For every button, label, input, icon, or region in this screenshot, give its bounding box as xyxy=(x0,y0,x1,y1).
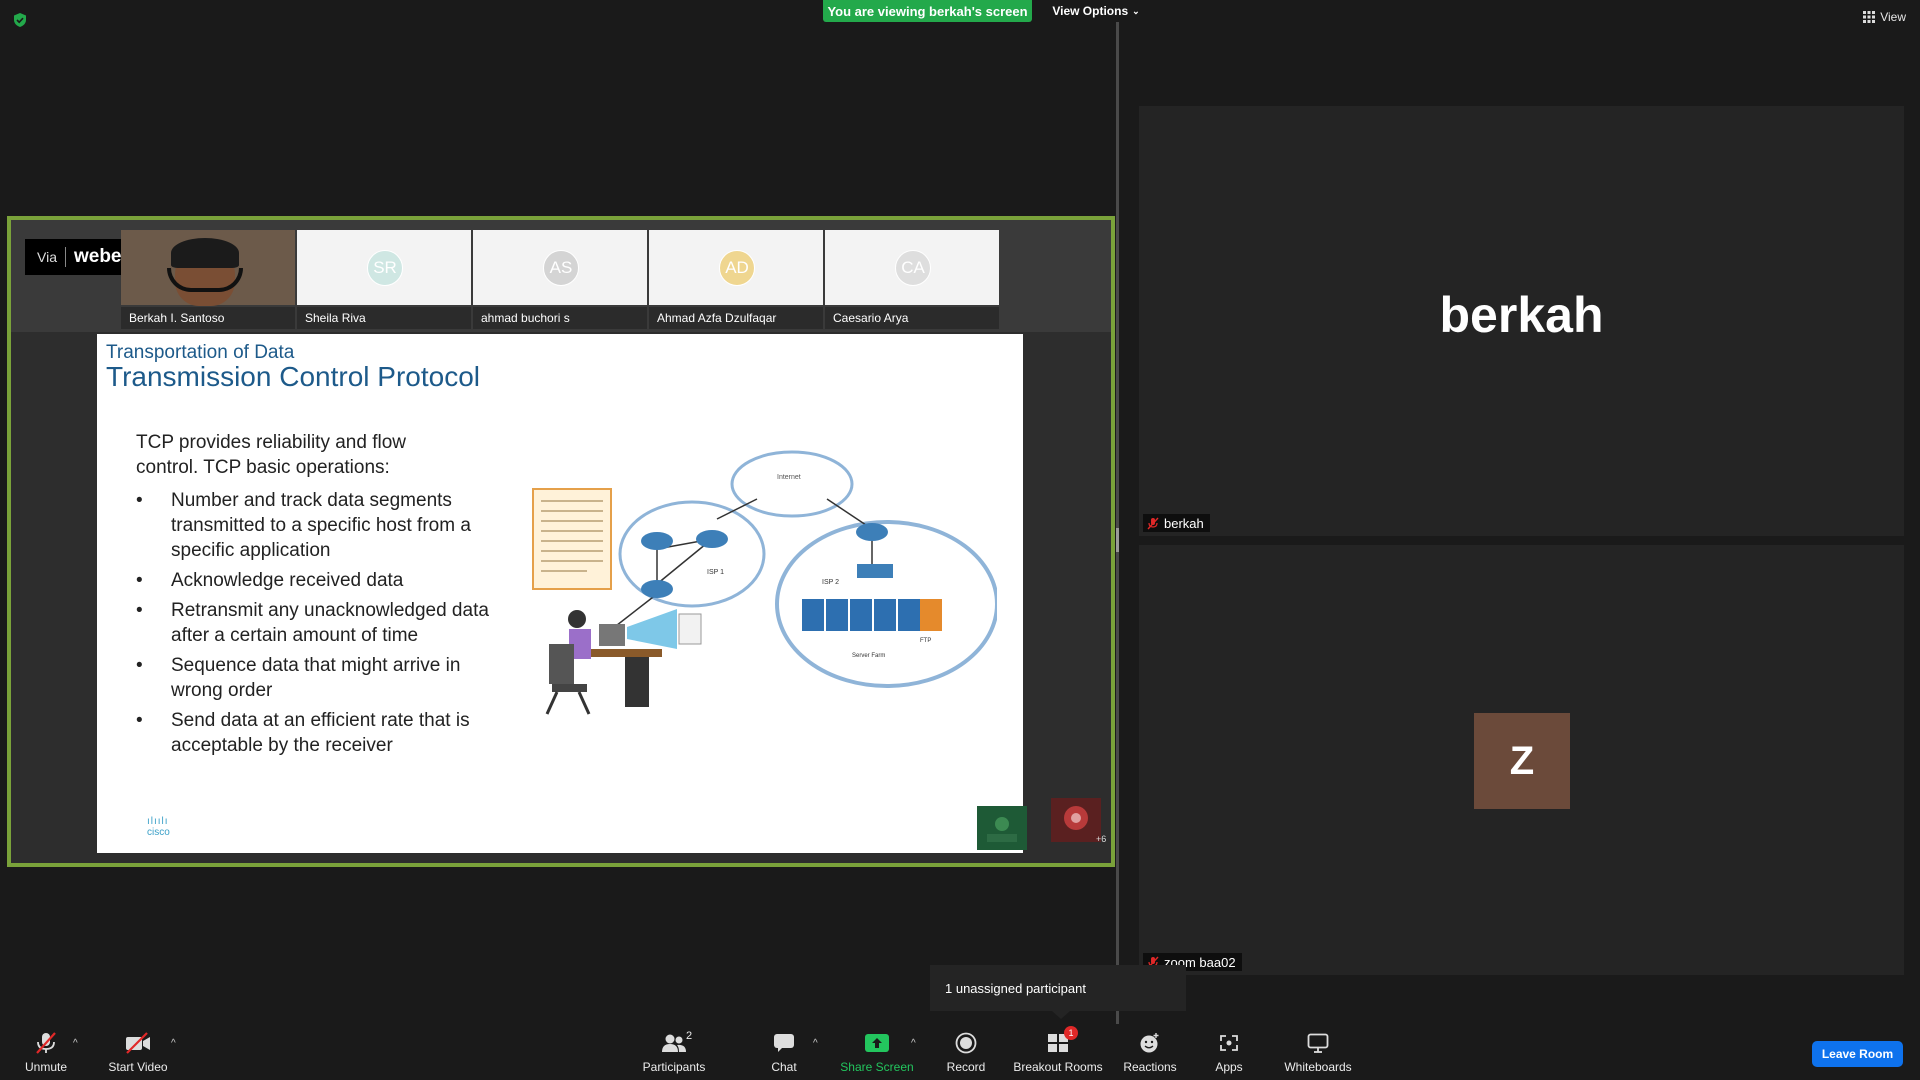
server-icon xyxy=(802,599,920,631)
whiteboards-button[interactable]: Whiteboards xyxy=(1280,1030,1356,1078)
grid-icon xyxy=(1863,11,1876,23)
whiteboards-label: Whiteboards xyxy=(1284,1060,1352,1074)
slide-title: Transmission Control Protocol xyxy=(106,361,480,392)
apps-button[interactable]: Apps xyxy=(1206,1030,1252,1078)
list-item: Retransmit any unacknowledged data after… xyxy=(136,598,496,648)
whiteboard-icon xyxy=(1307,1033,1329,1053)
webex-participant-strip: Via webex Berkah I. Santoso SR Sheila Ri… xyxy=(11,220,1111,332)
share-screen-icon xyxy=(865,1034,889,1052)
start-video-label: Start Video xyxy=(108,1060,168,1074)
participants-button[interactable]: 2 Participants xyxy=(640,1030,708,1078)
switch-icon xyxy=(857,564,893,578)
chevron-down-icon: ⌄ xyxy=(1132,5,1140,16)
list-item: Sequence data that might arrive in wrong… xyxy=(136,653,496,703)
reactions-label: Reactions xyxy=(1123,1060,1177,1074)
avatar: Z xyxy=(1474,713,1570,809)
breakout-rooms-tooltip: 1 unassigned participant xyxy=(930,965,1186,1011)
mic-off-icon xyxy=(1147,517,1159,529)
record-icon xyxy=(955,1032,977,1054)
chat-button[interactable]: Chat xyxy=(762,1030,806,1078)
participants-label: Participants xyxy=(642,1060,706,1074)
more-participants-count: +6 xyxy=(1096,834,1107,844)
ftp-label: FTP xyxy=(920,638,931,644)
breakout-rooms-label: Breakout Rooms xyxy=(1013,1060,1103,1074)
network-diagram: Internet ISP 1 ISP 2 FTP Server Farm xyxy=(532,450,997,715)
breakout-rooms-button[interactable]: 1 Breakout Rooms xyxy=(1013,1026,1103,1078)
webex-tile: AD xyxy=(649,230,823,305)
headset-icon xyxy=(167,268,243,292)
security-shield-icon[interactable] xyxy=(12,12,28,28)
slide-intro: TCP provides reliability and flow contro… xyxy=(136,432,406,478)
chevron-up-icon[interactable]: ^ xyxy=(911,1038,916,1049)
unmute-label: Unmute xyxy=(24,1060,68,1074)
avatar: AS xyxy=(543,250,579,286)
apps-label: Apps xyxy=(1215,1060,1243,1074)
viewing-screen-banner: You are viewing berkah's screen xyxy=(823,0,1032,22)
list-item: Number and track data segments transmitt… xyxy=(136,488,496,563)
chat-label: Chat xyxy=(771,1060,797,1074)
participant-display-name: berkah xyxy=(1439,287,1604,343)
record-label: Record xyxy=(946,1060,986,1074)
smiley-icon xyxy=(1140,1033,1159,1053)
user-at-desk-icon xyxy=(545,609,702,715)
mini-video-tile-green xyxy=(977,806,1027,850)
panel-splitter[interactable] xyxy=(1116,22,1119,1024)
unmute-button[interactable]: Unmute xyxy=(14,1030,78,1078)
shared-screen: Via webex Berkah I. Santoso SR Sheila Ri… xyxy=(7,216,1115,867)
share-screen-button[interactable]: Share Screen xyxy=(840,1030,914,1078)
webex-tile-name: Ahmad Azfa Dzulfaqar xyxy=(649,307,823,329)
presentation-slide: Transportation of Data Transmission Cont… xyxy=(97,334,1023,853)
video-off-icon xyxy=(126,1032,150,1054)
internet-cloud xyxy=(730,450,854,518)
webex-tile-name: Caesario Arya xyxy=(825,307,999,329)
cisco-logo: ılıılı cisco xyxy=(147,816,170,838)
webex-via: Via xyxy=(37,249,57,265)
mini-video-tile-red xyxy=(1051,798,1101,842)
isp2-label: ISP 2 xyxy=(822,579,839,586)
avatar: AD xyxy=(719,250,755,286)
share-screen-label: Share Screen xyxy=(840,1060,914,1074)
isp1-label: ISP 1 xyxy=(707,569,724,576)
meeting-toolbar: Unmute ^ Start Video ^ 2 Participants Ch… xyxy=(0,1024,1920,1080)
note-box xyxy=(532,488,612,590)
chevron-up-icon[interactable]: ^ xyxy=(813,1038,818,1049)
webex-tile-name: ahmad buchori s xyxy=(473,307,647,329)
video-tile-berkah[interactable]: berkah berkah xyxy=(1139,106,1904,536)
splitter-handle[interactable] xyxy=(1116,528,1119,552)
chat-icon xyxy=(774,1034,794,1052)
avatar: SR xyxy=(367,250,403,286)
view-button[interactable]: View xyxy=(1863,10,1906,24)
list-item: Send data at an efficient rate that is a… xyxy=(136,708,496,758)
slide-bullets: Number and track data segments transmitt… xyxy=(136,488,496,763)
participants-icon xyxy=(662,1034,686,1052)
webex-tile-camera xyxy=(121,230,295,306)
webex-tile: AS xyxy=(473,230,647,305)
internet-label: Internet xyxy=(777,474,801,481)
chevron-up-icon[interactable]: ^ xyxy=(171,1038,176,1049)
record-button[interactable]: Record xyxy=(944,1030,988,1078)
participant-name-tag: berkah xyxy=(1143,514,1210,532)
webex-tile-name: Berkah I. Santoso xyxy=(121,307,295,329)
participants-count: 2 xyxy=(686,1030,693,1042)
video-tile-zoom-baa02[interactable]: Z zoom baa02 xyxy=(1139,545,1904,975)
server-farm-label: Server Farm xyxy=(852,653,885,659)
apps-icon xyxy=(1220,1035,1238,1051)
avatar: CA xyxy=(895,250,931,286)
webex-tile-name: Sheila Riva xyxy=(297,307,471,329)
view-options-label: View Options xyxy=(1052,4,1129,18)
participant-label: berkah xyxy=(1164,515,1204,531)
view-options-button[interactable]: View Options ⌄ xyxy=(1046,0,1146,22)
chevron-up-icon[interactable]: ^ xyxy=(73,1038,78,1049)
reactions-button[interactable]: Reactions xyxy=(1122,1030,1178,1078)
leave-room-button[interactable]: Leave Room xyxy=(1812,1041,1903,1067)
list-item: Acknowledge received data xyxy=(136,568,496,593)
mic-off-icon xyxy=(36,1032,56,1054)
webex-tile: SR xyxy=(297,230,471,305)
view-label: View xyxy=(1880,10,1906,24)
start-video-button[interactable]: Start Video xyxy=(103,1030,173,1078)
breakout-badge: 1 xyxy=(1064,1026,1078,1040)
webex-tile: CA xyxy=(825,230,999,305)
